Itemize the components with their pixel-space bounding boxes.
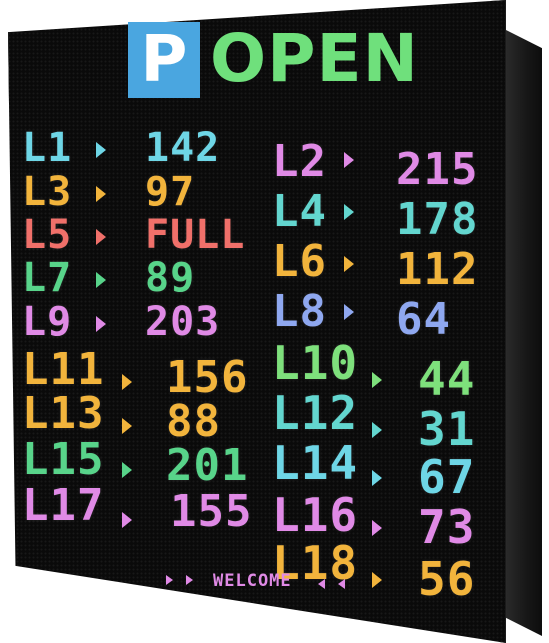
- open-status: OPEN: [210, 20, 419, 97]
- level-count-l10: 44: [418, 352, 476, 406]
- footer-arrow-right-icon: [166, 575, 173, 585]
- level-count-l6: 112: [396, 244, 479, 295]
- level-count-l1: 142: [145, 125, 221, 171]
- level-label-l11: L11: [22, 344, 105, 395]
- level-label-l3: L3: [22, 169, 73, 215]
- level-count-l18: 56: [418, 552, 476, 606]
- level-label-l16: L16: [272, 488, 359, 542]
- arrow-right-icon: [96, 316, 106, 332]
- arrow-right-icon: [96, 186, 106, 202]
- footer-arrow-left-icon: [338, 579, 345, 589]
- sign-side-edge: [506, 30, 542, 636]
- arrow-right-icon: [372, 572, 382, 588]
- level-count-l9: 203: [145, 299, 221, 345]
- arrow-right-icon: [372, 422, 382, 438]
- level-count-l16: 73: [418, 500, 476, 554]
- arrow-right-icon: [96, 272, 106, 288]
- level-count-l4: 178: [396, 194, 479, 245]
- level-count-l2: 215: [396, 144, 479, 195]
- level-label-l1: L1: [22, 125, 73, 171]
- footer-arrow-left-icon: [318, 579, 325, 589]
- arrow-right-icon: [96, 229, 106, 245]
- level-label-l13: L13: [22, 388, 105, 439]
- level-count-l15: 201: [166, 440, 249, 491]
- level-count-l5: FULL: [145, 212, 246, 258]
- level-label-l5: L5: [22, 212, 73, 258]
- level-label-l2: L2: [272, 136, 327, 187]
- level-count-l7: 89: [145, 255, 196, 301]
- level-label-l10: L10: [272, 336, 359, 390]
- footer-arrow-right-icon: [186, 575, 193, 585]
- arrow-right-icon: [122, 418, 132, 434]
- arrow-right-icon: [372, 470, 382, 486]
- level-count-l11: 156: [166, 352, 249, 403]
- arrow-right-icon: [344, 152, 354, 168]
- level-label-l4: L4: [272, 186, 327, 237]
- level-label-l14: L14: [272, 436, 359, 490]
- arrow-right-icon: [122, 374, 132, 390]
- arrow-right-icon: [372, 520, 382, 536]
- level-label-l12: L12: [272, 386, 359, 440]
- arrow-right-icon: [372, 372, 382, 388]
- parking-p-icon: P: [128, 22, 200, 98]
- level-label-l9: L9: [22, 299, 73, 345]
- welcome-message: WELCOME: [213, 571, 292, 591]
- level-label-l17: L17: [22, 480, 105, 531]
- level-count-l12: 31: [418, 402, 476, 456]
- arrow-right-icon: [96, 142, 106, 158]
- arrow-right-icon: [344, 304, 354, 320]
- level-count-l17: 155: [170, 486, 253, 537]
- level-count-l8: 64: [396, 294, 451, 345]
- level-count-l14: 67: [418, 450, 476, 504]
- arrow-right-icon: [122, 512, 132, 528]
- level-label-l7: L7: [22, 255, 73, 301]
- level-count-l3: 97: [145, 169, 196, 215]
- parking-sign: P OPEN L1 142 L2 215 L3 97 L4 178 L5 FULL L6 112 L7 8…: [0, 0, 549, 643]
- level-label-l8: L8: [272, 286, 327, 337]
- level-count-l13: 88: [166, 396, 221, 447]
- level-label-l15: L15: [22, 434, 105, 485]
- arrow-right-icon: [344, 256, 354, 272]
- parking-badge-letter: P: [140, 23, 188, 97]
- level-label-l6: L6: [272, 236, 327, 287]
- arrow-right-icon: [344, 204, 354, 220]
- arrow-right-icon: [122, 462, 132, 478]
